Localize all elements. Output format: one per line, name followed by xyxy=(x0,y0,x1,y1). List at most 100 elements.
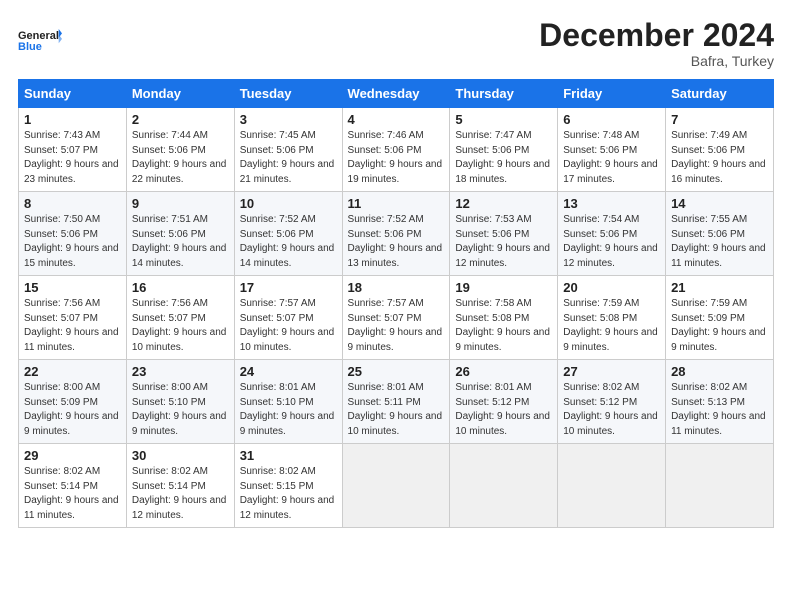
day-info: Sunrise: 7:47 AM Sunset: 5:06 PM Dayligh… xyxy=(455,130,550,185)
day-info: Sunrise: 7:58 AM Sunset: 5:08 PM Dayligh… xyxy=(455,298,550,353)
calendar-cell: 22 Sunrise: 8:00 AM Sunset: 5:09 PM Dayl… xyxy=(19,360,127,444)
col-sunday: Sunday xyxy=(19,80,127,108)
calendar-week-row: 29 Sunrise: 8:02 AM Sunset: 5:14 PM Dayl… xyxy=(19,444,774,528)
day-info: Sunrise: 8:02 AM Sunset: 5:14 PM Dayligh… xyxy=(24,466,119,521)
col-saturday: Saturday xyxy=(666,80,774,108)
calendar-cell: 20 Sunrise: 7:59 AM Sunset: 5:08 PM Dayl… xyxy=(558,276,666,360)
day-info: Sunrise: 8:01 AM Sunset: 5:10 PM Dayligh… xyxy=(240,382,335,437)
logo-icon: General Blue xyxy=(18,18,62,62)
day-number: 13 xyxy=(563,196,660,211)
calendar-cell: 10 Sunrise: 7:52 AM Sunset: 5:06 PM Dayl… xyxy=(234,192,342,276)
day-number: 12 xyxy=(455,196,552,211)
calendar-cell: 5 Sunrise: 7:47 AM Sunset: 5:06 PM Dayli… xyxy=(450,108,558,192)
header: General Blue December 2024 Bafra, Turkey xyxy=(18,18,774,69)
calendar-cell: 14 Sunrise: 7:55 AM Sunset: 5:06 PM Dayl… xyxy=(666,192,774,276)
calendar-cell xyxy=(666,444,774,528)
title-block: December 2024 Bafra, Turkey xyxy=(539,18,774,69)
calendar-cell: 13 Sunrise: 7:54 AM Sunset: 5:06 PM Dayl… xyxy=(558,192,666,276)
day-number: 17 xyxy=(240,280,337,295)
day-info: Sunrise: 7:51 AM Sunset: 5:06 PM Dayligh… xyxy=(132,214,227,269)
calendar-week-row: 8 Sunrise: 7:50 AM Sunset: 5:06 PM Dayli… xyxy=(19,192,774,276)
day-number: 8 xyxy=(24,196,121,211)
day-info: Sunrise: 7:44 AM Sunset: 5:06 PM Dayligh… xyxy=(132,130,227,185)
day-info: Sunrise: 7:55 AM Sunset: 5:06 PM Dayligh… xyxy=(671,214,766,269)
day-number: 20 xyxy=(563,280,660,295)
svg-text:General: General xyxy=(18,30,59,42)
day-info: Sunrise: 7:46 AM Sunset: 5:06 PM Dayligh… xyxy=(348,130,443,185)
day-info: Sunrise: 7:57 AM Sunset: 5:07 PM Dayligh… xyxy=(240,298,335,353)
day-info: Sunrise: 8:00 AM Sunset: 5:10 PM Dayligh… xyxy=(132,382,227,437)
day-number: 29 xyxy=(24,448,121,463)
day-number: 26 xyxy=(455,364,552,379)
calendar-cell xyxy=(342,444,450,528)
day-info: Sunrise: 7:50 AM Sunset: 5:06 PM Dayligh… xyxy=(24,214,119,269)
calendar-cell: 19 Sunrise: 7:58 AM Sunset: 5:08 PM Dayl… xyxy=(450,276,558,360)
day-number: 15 xyxy=(24,280,121,295)
page: General Blue December 2024 Bafra, Turkey… xyxy=(0,0,792,612)
day-number: 1 xyxy=(24,112,121,127)
day-number: 7 xyxy=(671,112,768,127)
calendar-cell: 31 Sunrise: 8:02 AM Sunset: 5:15 PM Dayl… xyxy=(234,444,342,528)
calendar-week-row: 1 Sunrise: 7:43 AM Sunset: 5:07 PM Dayli… xyxy=(19,108,774,192)
day-number: 28 xyxy=(671,364,768,379)
day-info: Sunrise: 7:59 AM Sunset: 5:08 PM Dayligh… xyxy=(563,298,658,353)
calendar-cell: 25 Sunrise: 8:01 AM Sunset: 5:11 PM Dayl… xyxy=(342,360,450,444)
day-number: 30 xyxy=(132,448,229,463)
calendar-cell: 15 Sunrise: 7:56 AM Sunset: 5:07 PM Dayl… xyxy=(19,276,127,360)
col-thursday: Thursday xyxy=(450,80,558,108)
calendar-cell: 7 Sunrise: 7:49 AM Sunset: 5:06 PM Dayli… xyxy=(666,108,774,192)
calendar-cell xyxy=(450,444,558,528)
day-number: 25 xyxy=(348,364,445,379)
day-number: 23 xyxy=(132,364,229,379)
day-info: Sunrise: 7:56 AM Sunset: 5:07 PM Dayligh… xyxy=(132,298,227,353)
calendar-week-row: 22 Sunrise: 8:00 AM Sunset: 5:09 PM Dayl… xyxy=(19,360,774,444)
day-number: 11 xyxy=(348,196,445,211)
location-subtitle: Bafra, Turkey xyxy=(539,53,774,69)
col-monday: Monday xyxy=(126,80,234,108)
calendar-cell: 17 Sunrise: 7:57 AM Sunset: 5:07 PM Dayl… xyxy=(234,276,342,360)
day-info: Sunrise: 8:02 AM Sunset: 5:15 PM Dayligh… xyxy=(240,466,335,521)
header-row: Sunday Monday Tuesday Wednesday Thursday… xyxy=(19,80,774,108)
calendar-cell: 28 Sunrise: 8:02 AM Sunset: 5:13 PM Dayl… xyxy=(666,360,774,444)
calendar-cell: 9 Sunrise: 7:51 AM Sunset: 5:06 PM Dayli… xyxy=(126,192,234,276)
month-title: December 2024 xyxy=(539,18,774,53)
day-number: 3 xyxy=(240,112,337,127)
day-number: 4 xyxy=(348,112,445,127)
day-number: 18 xyxy=(348,280,445,295)
day-info: Sunrise: 8:02 AM Sunset: 5:14 PM Dayligh… xyxy=(132,466,227,521)
calendar-cell: 4 Sunrise: 7:46 AM Sunset: 5:06 PM Dayli… xyxy=(342,108,450,192)
day-info: Sunrise: 8:00 AM Sunset: 5:09 PM Dayligh… xyxy=(24,382,119,437)
day-number: 22 xyxy=(24,364,121,379)
calendar-cell: 8 Sunrise: 7:50 AM Sunset: 5:06 PM Dayli… xyxy=(19,192,127,276)
calendar-cell: 1 Sunrise: 7:43 AM Sunset: 5:07 PM Dayli… xyxy=(19,108,127,192)
calendar-cell: 2 Sunrise: 7:44 AM Sunset: 5:06 PM Dayli… xyxy=(126,108,234,192)
day-number: 16 xyxy=(132,280,229,295)
col-tuesday: Tuesday xyxy=(234,80,342,108)
calendar-cell: 11 Sunrise: 7:52 AM Sunset: 5:06 PM Dayl… xyxy=(342,192,450,276)
day-info: Sunrise: 7:57 AM Sunset: 5:07 PM Dayligh… xyxy=(348,298,443,353)
day-info: Sunrise: 8:02 AM Sunset: 5:12 PM Dayligh… xyxy=(563,382,658,437)
day-number: 2 xyxy=(132,112,229,127)
day-info: Sunrise: 7:54 AM Sunset: 5:06 PM Dayligh… xyxy=(563,214,658,269)
calendar-cell: 23 Sunrise: 8:00 AM Sunset: 5:10 PM Dayl… xyxy=(126,360,234,444)
calendar-cell: 30 Sunrise: 8:02 AM Sunset: 5:14 PM Dayl… xyxy=(126,444,234,528)
day-number: 19 xyxy=(455,280,552,295)
day-info: Sunrise: 7:49 AM Sunset: 5:06 PM Dayligh… xyxy=(671,130,766,185)
day-info: Sunrise: 7:45 AM Sunset: 5:06 PM Dayligh… xyxy=(240,130,335,185)
day-number: 27 xyxy=(563,364,660,379)
calendar-cell: 18 Sunrise: 7:57 AM Sunset: 5:07 PM Dayl… xyxy=(342,276,450,360)
day-info: Sunrise: 8:01 AM Sunset: 5:12 PM Dayligh… xyxy=(455,382,550,437)
calendar-cell: 21 Sunrise: 7:59 AM Sunset: 5:09 PM Dayl… xyxy=(666,276,774,360)
calendar-table: Sunday Monday Tuesday Wednesday Thursday… xyxy=(18,79,774,528)
day-number: 24 xyxy=(240,364,337,379)
calendar-cell: 26 Sunrise: 8:01 AM Sunset: 5:12 PM Dayl… xyxy=(450,360,558,444)
calendar-cell: 24 Sunrise: 8:01 AM Sunset: 5:10 PM Dayl… xyxy=(234,360,342,444)
calendar-cell: 3 Sunrise: 7:45 AM Sunset: 5:06 PM Dayli… xyxy=(234,108,342,192)
day-info: Sunrise: 8:01 AM Sunset: 5:11 PM Dayligh… xyxy=(348,382,443,437)
day-info: Sunrise: 7:52 AM Sunset: 5:06 PM Dayligh… xyxy=(348,214,443,269)
calendar-cell: 16 Sunrise: 7:56 AM Sunset: 5:07 PM Dayl… xyxy=(126,276,234,360)
day-info: Sunrise: 7:48 AM Sunset: 5:06 PM Dayligh… xyxy=(563,130,658,185)
day-number: 21 xyxy=(671,280,768,295)
svg-text:Blue: Blue xyxy=(18,41,42,53)
calendar-cell: 6 Sunrise: 7:48 AM Sunset: 5:06 PM Dayli… xyxy=(558,108,666,192)
